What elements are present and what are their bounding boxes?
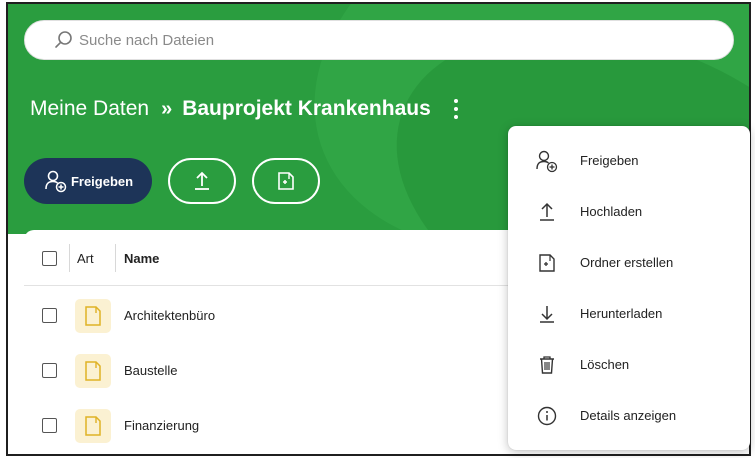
row-checkbox[interactable] <box>42 363 57 378</box>
menu-item-create-folder[interactable]: Ordner erstellen <box>508 238 750 288</box>
create-folder-button[interactable] <box>252 158 320 204</box>
menu-item-delete[interactable]: Löschen <box>508 340 750 390</box>
more-options-icon[interactable] <box>449 98 463 120</box>
menu-item-label: Details anzeigen <box>580 408 677 423</box>
menu-item-label: Hochladen <box>580 204 643 219</box>
folder-icon <box>75 354 111 388</box>
breadcrumb-root[interactable]: Meine Daten <box>30 97 149 121</box>
folder-icon <box>75 299 111 333</box>
search-icon <box>55 31 72 48</box>
menu-item-share[interactable]: Freigeben <box>508 136 750 186</box>
menu-item-details[interactable]: Details anzeigen <box>508 391 750 441</box>
new-folder-icon <box>278 172 294 190</box>
context-menu: Freigeben Hochladen Ordner erstellen Her… <box>508 126 750 450</box>
menu-item-download[interactable]: Herunterladen <box>508 289 750 339</box>
download-icon <box>534 301 560 327</box>
upload-icon <box>195 171 209 190</box>
column-divider <box>115 244 116 272</box>
breadcrumb-current: Bauprojekt Krankenhaus <box>182 97 431 120</box>
row-checkbox[interactable] <box>42 418 57 433</box>
breadcrumb-separator: » <box>161 97 173 120</box>
search-input[interactable]: Suche nach Dateien <box>24 20 734 60</box>
share-user-icon <box>45 170 67 193</box>
column-header-name[interactable]: Name <box>124 251 159 266</box>
info-icon <box>534 403 560 429</box>
menu-item-label: Ordner erstellen <box>580 255 674 270</box>
row-checkbox[interactable] <box>42 308 57 323</box>
share-button[interactable]: Freigeben <box>24 158 152 204</box>
file-name[interactable]: Architektenbüro <box>124 308 215 323</box>
new-folder-icon <box>534 250 560 276</box>
menu-item-label: Löschen <box>580 357 630 372</box>
select-all-checkbox[interactable] <box>42 251 57 266</box>
upload-icon <box>534 199 560 225</box>
file-name[interactable]: Baustelle <box>124 363 177 378</box>
column-divider <box>69 244 70 272</box>
menu-item-upload[interactable]: Hochladen <box>508 187 750 237</box>
breadcrumb: Meine Daten » Bauprojekt Krankenhaus <box>30 97 463 121</box>
upload-button[interactable] <box>168 158 236 204</box>
folder-icon <box>75 409 111 443</box>
file-name[interactable]: Finanzierung <box>124 418 199 433</box>
menu-item-label: Herunterladen <box>580 306 663 321</box>
search-placeholder: Suche nach Dateien <box>79 31 215 49</box>
column-header-art[interactable]: Art <box>77 251 94 266</box>
share-button-label: Freigeben <box>70 173 134 189</box>
trash-icon <box>534 352 560 378</box>
share-user-icon <box>534 148 560 174</box>
menu-item-label: Freigeben <box>580 153 639 168</box>
